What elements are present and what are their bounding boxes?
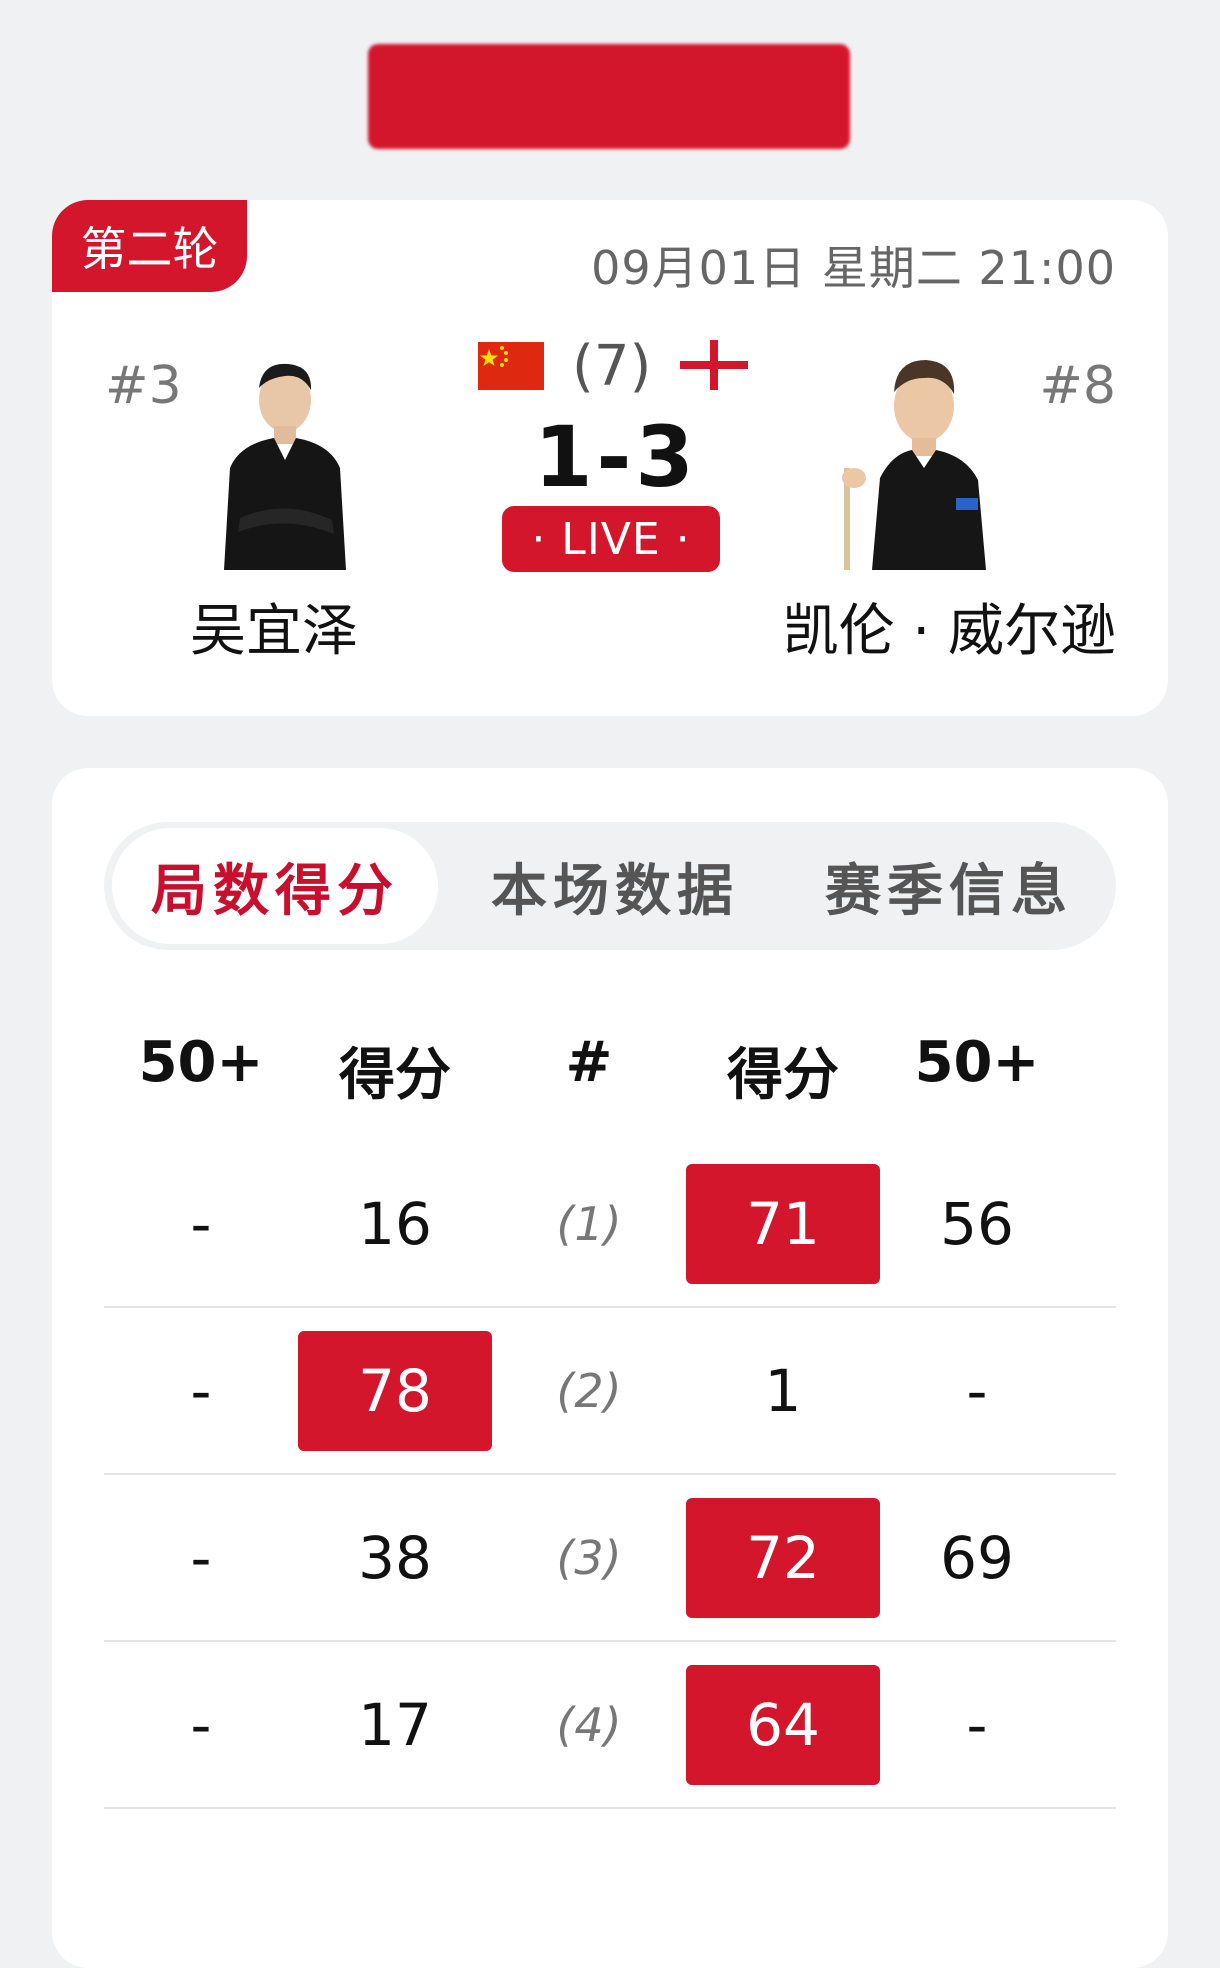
left-50plus: - <box>190 1691 212 1759</box>
right-frame-score: 72 <box>686 1498 880 1618</box>
table-row: - 17 (4) 64 - <box>104 1643 1116 1809</box>
live-badge: · LIVE · <box>502 506 720 572</box>
top-banner-button[interactable] <box>368 44 850 149</box>
left-frame-score: 16 <box>358 1190 432 1258</box>
match-datetime: 09月01日 星期二 21:00 <box>591 241 1116 295</box>
frame-number: (1) <box>556 1197 622 1251</box>
header-frame-number: # <box>565 1030 613 1095</box>
header-right-50plus: 50+ <box>914 1030 1040 1095</box>
left-player-seed: #3 <box>105 356 182 416</box>
right-frame-score: 64 <box>686 1665 880 1785</box>
left-50plus: - <box>190 1524 212 1592</box>
china-flag-icon <box>478 342 544 390</box>
table-row: - 78 (2) 1 - <box>104 1309 1116 1475</box>
left-50plus: - <box>190 1357 212 1425</box>
stats-card: 局数得分 本场数据 赛季信息 50+ 得分 # 得分 50+ - 16 (1) … <box>52 768 1168 1968</box>
tab-frame-scores[interactable]: 局数得分 <box>112 828 438 944</box>
round-tag: 第二轮 <box>52 200 247 292</box>
row-divider <box>104 1807 1116 1809</box>
right-frame-score: 1 <box>764 1357 802 1425</box>
row-divider <box>104 1473 1116 1475</box>
match-card: 第二轮 09月01日 星期二 21:00 #3 #8 吴宜泽 凯伦 · 威尔逊 … <box>52 200 1168 716</box>
table-row: - 16 (1) 71 56 <box>104 1142 1116 1308</box>
row-divider <box>104 1640 1116 1642</box>
left-frame-score: 78 <box>298 1331 492 1451</box>
right-player-name[interactable]: 凯伦 · 威尔逊 <box>783 586 1116 667</box>
left-50plus: - <box>190 1190 212 1258</box>
right-player-seed: #8 <box>1039 356 1116 416</box>
frame-number: (2) <box>556 1364 622 1418</box>
right-frame-score: 71 <box>686 1164 880 1284</box>
match-score: 1-3 <box>534 408 698 506</box>
england-flag-icon <box>680 340 748 390</box>
tab-bar: 局数得分 本场数据 赛季信息 <box>104 822 1116 950</box>
table-header: 50+ 得分 # 得分 50+ <box>52 1030 1168 1108</box>
header-left-score: 得分 <box>339 1043 451 1108</box>
tab-match-stats[interactable]: 本场数据 <box>448 828 782 944</box>
row-divider <box>104 1306 1116 1308</box>
right-50plus: 56 <box>940 1190 1014 1258</box>
left-frame-score: 17 <box>358 1691 432 1759</box>
tab-season-info[interactable]: 赛季信息 <box>782 828 1116 944</box>
header-left-50plus: 50+ <box>138 1030 264 1095</box>
right-50plus: 69 <box>940 1524 1014 1592</box>
frame-number: (4) <box>556 1698 622 1752</box>
header-right-score: 得分 <box>727 1043 839 1108</box>
right-50plus: - <box>966 1357 988 1425</box>
frame-number: (3) <box>556 1531 622 1585</box>
left-player-name[interactable]: 吴宜泽 <box>190 586 358 667</box>
right-50plus: - <box>966 1691 988 1759</box>
left-frame-score: 38 <box>358 1524 432 1592</box>
best-of-frames: (7) <box>572 334 652 399</box>
table-row: - 38 (3) 72 69 <box>104 1476 1116 1642</box>
